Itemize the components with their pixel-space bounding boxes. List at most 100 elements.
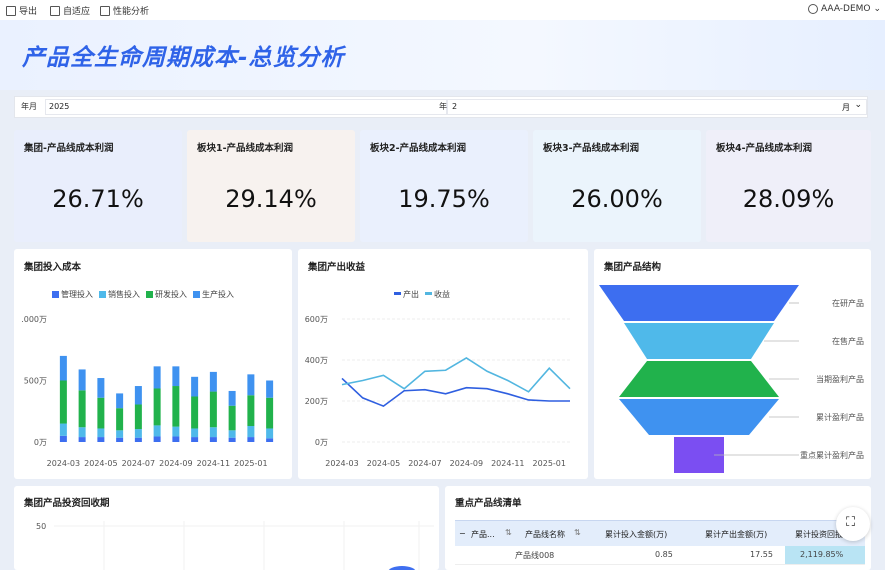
series-line (341, 357, 571, 393)
bar-segment (59, 435, 67, 442)
key-product-list-panel: 重点产品线清单 − 产品... ⇅ 产品线名称 ⇅ 累计投入金额(万) 累计产出… (445, 486, 871, 570)
export-label: 导出 (19, 7, 38, 17)
month-select[interactable]: 2 月 ⌄ (447, 99, 867, 115)
legend-item[interactable]: 研发投入 (146, 289, 187, 300)
bar-segment (116, 408, 124, 431)
kpi-title: 板块3-产品线成本利润 (543, 143, 640, 154)
bar-segment (59, 355, 67, 381)
year-select[interactable]: 2025 (45, 99, 447, 115)
sort-icon[interactable]: ⇅ (505, 528, 512, 537)
collapse-icon[interactable]: − (459, 529, 466, 538)
bar-segment (172, 436, 180, 442)
legend-item[interactable]: 收益 (425, 289, 450, 300)
kpi-title: 板块2-产品线成本利润 (370, 143, 467, 154)
bar-segment (247, 395, 255, 427)
invest-legend: 管理投入 销售投入 研发投入 生产投入 (52, 289, 234, 300)
export-icon (6, 5, 16, 16)
fullscreen-button[interactable]: ⛶ (836, 507, 870, 541)
invest-bar-chart: .000万 500万 0万 2024-03 2024-05 2024-07 2024-09 2… (21, 315, 274, 468)
bar-segment (191, 396, 199, 429)
bar-segment (59, 380, 67, 424)
y-tick-label: 400万 (305, 356, 328, 365)
column-header-invest[interactable]: 累计投入金额(万) (605, 529, 667, 540)
bar-segment (134, 404, 142, 430)
funnel-stage-label: 当期盈利产品 (816, 374, 864, 384)
bar-segment (78, 390, 86, 428)
column-header-name[interactable]: 产品线名称 (525, 529, 565, 540)
kpi-value: 19.75% (398, 185, 490, 213)
bar-segment (134, 386, 142, 405)
cell-invest: 0.85 (655, 550, 673, 559)
bar-segment (153, 366, 161, 389)
column-header-output[interactable]: 累计产出金额(万) (705, 529, 767, 540)
month-suffix: 月 (842, 103, 850, 112)
sort-icon[interactable]: ⇅ (574, 528, 581, 537)
funnel-stage-label: 重点累计盈利产品 (800, 450, 864, 460)
panel-title: 集团产品结构 (604, 262, 662, 273)
legend-swatch (146, 291, 153, 298)
fit-button[interactable]: 自适应 (50, 4, 90, 17)
user-icon (808, 4, 818, 14)
user-menu[interactable]: AAA-DEMO ⌄ (808, 4, 881, 14)
payback-panel: 集团产品投资回收期 50 (14, 486, 439, 570)
x-tick-label: 2024-11 (491, 459, 524, 468)
y-tick-label: 0万 (34, 438, 47, 447)
year-month-label: 年月 (21, 102, 37, 111)
y-tick-label: 0万 (315, 438, 328, 447)
bar-segment (247, 374, 255, 396)
y-tick-label: 50 (36, 522, 46, 531)
legend-label: 管理投入 (61, 290, 93, 299)
bar-segment (59, 423, 67, 436)
performance-button[interactable]: 性能分析 (100, 4, 149, 17)
legend-item[interactable]: 生产投入 (193, 289, 234, 300)
cell-output: 17.55 (750, 550, 773, 559)
product-funnel-chart: 在研产品在售产品当期盈利产品累计盈利产品重点累计盈利产品 (599, 285, 864, 473)
invest-cost-panel: 集团投入成本 管理投入 销售投入 研发投入 生产投入 .000万 500万 0万 20… (14, 249, 292, 479)
bar-segment (153, 388, 161, 426)
table-row[interactable]: 产品线008 0.85 17.55 2,119.85% (455, 546, 865, 565)
panel-title: 集团产品投资回收期 (24, 498, 110, 509)
panel-title: 重点产品线清单 (455, 498, 522, 509)
legend-item[interactable]: 销售投入 (99, 289, 140, 300)
kpi-value: 29.14% (225, 185, 317, 213)
bar-segment (172, 386, 180, 427)
date-filter: 年月 2025 年 2 月 ⌄ (14, 96, 868, 118)
bar-segment (78, 427, 86, 438)
panel-title: 集团产出收益 (308, 262, 366, 273)
kpi-title: 板块4-产品线成本利润 (716, 143, 813, 154)
table-header: − 产品... ⇅ 产品线名称 ⇅ 累计投入金额(万) 累计产出金额(万) 累计… (455, 520, 865, 546)
bar-segment (247, 437, 255, 442)
performance-icon (100, 5, 110, 16)
bar-segment (78, 437, 86, 442)
funnel-stage-label: 累计盈利产品 (816, 412, 864, 422)
x-tick-label: 2024-09 (159, 459, 192, 468)
funnel-stage (624, 323, 774, 359)
kpi-card-segment-2: 板块2-产品线成本利润 19.75% (360, 130, 528, 242)
kpi-value: 26.71% (52, 185, 144, 213)
bar-segment (266, 438, 274, 442)
x-tick-label: 2024-03 (47, 459, 80, 468)
legend-label: 收益 (434, 290, 450, 299)
kpi-title: 集团-产品线成本利润 (24, 143, 114, 154)
column-header-product[interactable]: 产品... (471, 529, 495, 540)
bar-segment (228, 405, 236, 431)
legend-swatch (425, 292, 432, 295)
export-button[interactable]: 导出 (6, 4, 37, 17)
bar-segment (228, 390, 236, 406)
kpi-card-group: 集团-产品线成本利润 26.71% (14, 130, 182, 242)
bar-segment (97, 428, 105, 438)
kpi-card-segment-1: 板块1-产品线成本利润 29.14% (187, 130, 355, 242)
bar-segment (172, 426, 180, 437)
user-label: AAA-DEMO (821, 4, 871, 14)
bar-segment (172, 366, 180, 387)
legend-item[interactable]: 产出 (394, 289, 419, 300)
fullscreen-icon: ⛶ (846, 515, 856, 530)
legend-item[interactable]: 管理投入 (52, 289, 93, 300)
bar-segment (116, 437, 124, 442)
funnel-stage (619, 361, 779, 397)
x-tick-label: 2024-05 (367, 459, 400, 468)
cell-roi: 2,119.85% (800, 550, 844, 559)
bar-segment (97, 437, 105, 442)
y-tick-label: 500万 (24, 377, 47, 386)
bar-segment (97, 397, 105, 429)
